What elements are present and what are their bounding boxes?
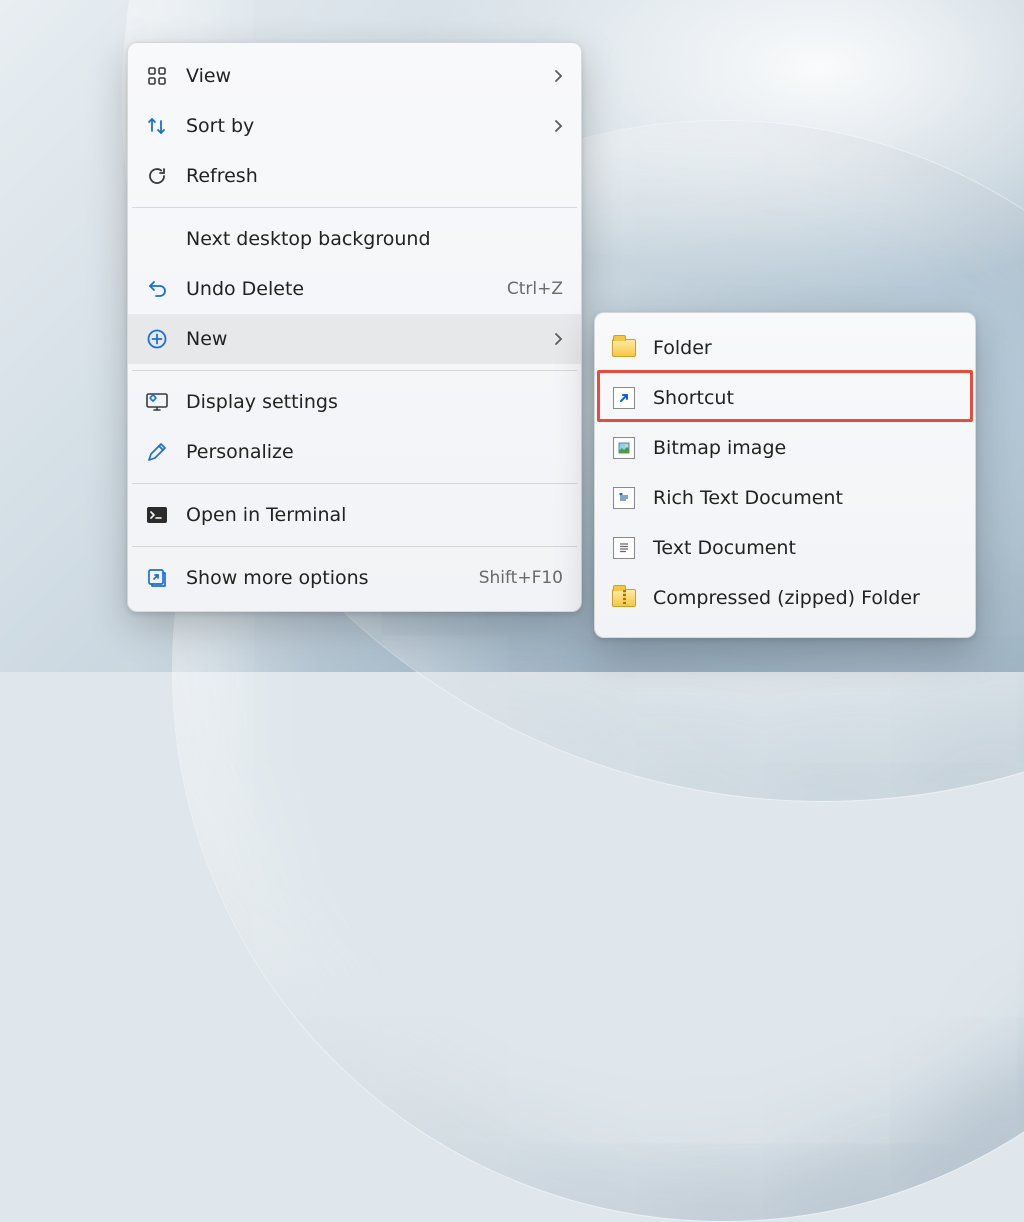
txt-file-icon xyxy=(611,535,637,561)
chevron-right-icon xyxy=(545,332,563,346)
submenu-item-txt[interactable]: Text Document xyxy=(595,523,975,573)
menu-label: Display settings xyxy=(186,391,563,413)
menu-accelerator: Shift+F10 xyxy=(479,568,563,588)
menu-label: Open in Terminal xyxy=(186,504,563,526)
folder-icon xyxy=(611,335,637,361)
grid-icon xyxy=(144,63,170,89)
chevron-right-icon xyxy=(545,119,563,133)
submenu-item-zip[interactable]: Compressed (zipped) Folder xyxy=(595,573,975,623)
submenu-label: Rich Text Document xyxy=(653,487,957,509)
submenu-item-rtf[interactable]: Rich Text Document xyxy=(595,473,975,523)
submenu-item-shortcut[interactable]: Shortcut xyxy=(595,373,975,423)
terminal-icon xyxy=(144,502,170,528)
bitmap-file-icon xyxy=(611,435,637,461)
display-settings-icon xyxy=(144,389,170,415)
menu-label: View xyxy=(186,65,537,87)
zip-folder-icon xyxy=(611,585,637,611)
menu-label: Next desktop background xyxy=(186,228,563,250)
menu-accelerator: Ctrl+Z xyxy=(507,279,563,299)
menu-separator xyxy=(132,546,577,547)
menu-separator xyxy=(132,370,577,371)
menu-item-refresh[interactable]: Refresh xyxy=(128,151,581,201)
pen-icon xyxy=(144,439,170,465)
chevron-right-icon xyxy=(545,69,563,83)
undo-icon xyxy=(144,276,170,302)
menu-item-new[interactable]: New xyxy=(128,314,581,364)
menu-item-show-more-options[interactable]: Show more options Shift+F10 xyxy=(128,553,581,603)
submenu-label: Shortcut xyxy=(653,387,957,409)
menu-item-display-settings[interactable]: Display settings xyxy=(128,377,581,427)
submenu-item-bitmap[interactable]: Bitmap image xyxy=(595,423,975,473)
submenu-label: Compressed (zipped) Folder xyxy=(653,587,957,609)
sort-icon xyxy=(144,113,170,139)
menu-label: Show more options xyxy=(186,567,467,589)
show-more-icon xyxy=(144,565,170,591)
menu-label: Personalize xyxy=(186,441,563,463)
submenu-label: Folder xyxy=(653,337,957,359)
menu-item-personalize[interactable]: Personalize xyxy=(128,427,581,477)
refresh-icon xyxy=(144,163,170,189)
menu-label: Undo Delete xyxy=(186,278,495,300)
shortcut-icon xyxy=(611,385,637,411)
menu-item-undo-delete[interactable]: Undo Delete Ctrl+Z xyxy=(128,264,581,314)
blank-icon xyxy=(144,226,170,252)
menu-item-open-terminal[interactable]: Open in Terminal xyxy=(128,490,581,540)
menu-separator xyxy=(132,483,577,484)
menu-label: New xyxy=(186,328,537,350)
submenu-item-folder[interactable]: Folder xyxy=(595,323,975,373)
submenu-label: Text Document xyxy=(653,537,957,559)
menu-item-next-background[interactable]: Next desktop background xyxy=(128,214,581,264)
menu-item-view[interactable]: View xyxy=(128,51,581,101)
menu-item-sort-by[interactable]: Sort by xyxy=(128,101,581,151)
menu-separator xyxy=(132,207,577,208)
rtf-file-icon xyxy=(611,485,637,511)
submenu-label: Bitmap image xyxy=(653,437,957,459)
menu-label: Refresh xyxy=(186,165,563,187)
plus-circle-icon xyxy=(144,326,170,352)
desktop-context-menu: View Sort by Refresh Next desktop backgr… xyxy=(127,42,582,612)
new-submenu: Folder Shortcut Bitmap image xyxy=(594,312,976,638)
menu-label: Sort by xyxy=(186,115,537,137)
